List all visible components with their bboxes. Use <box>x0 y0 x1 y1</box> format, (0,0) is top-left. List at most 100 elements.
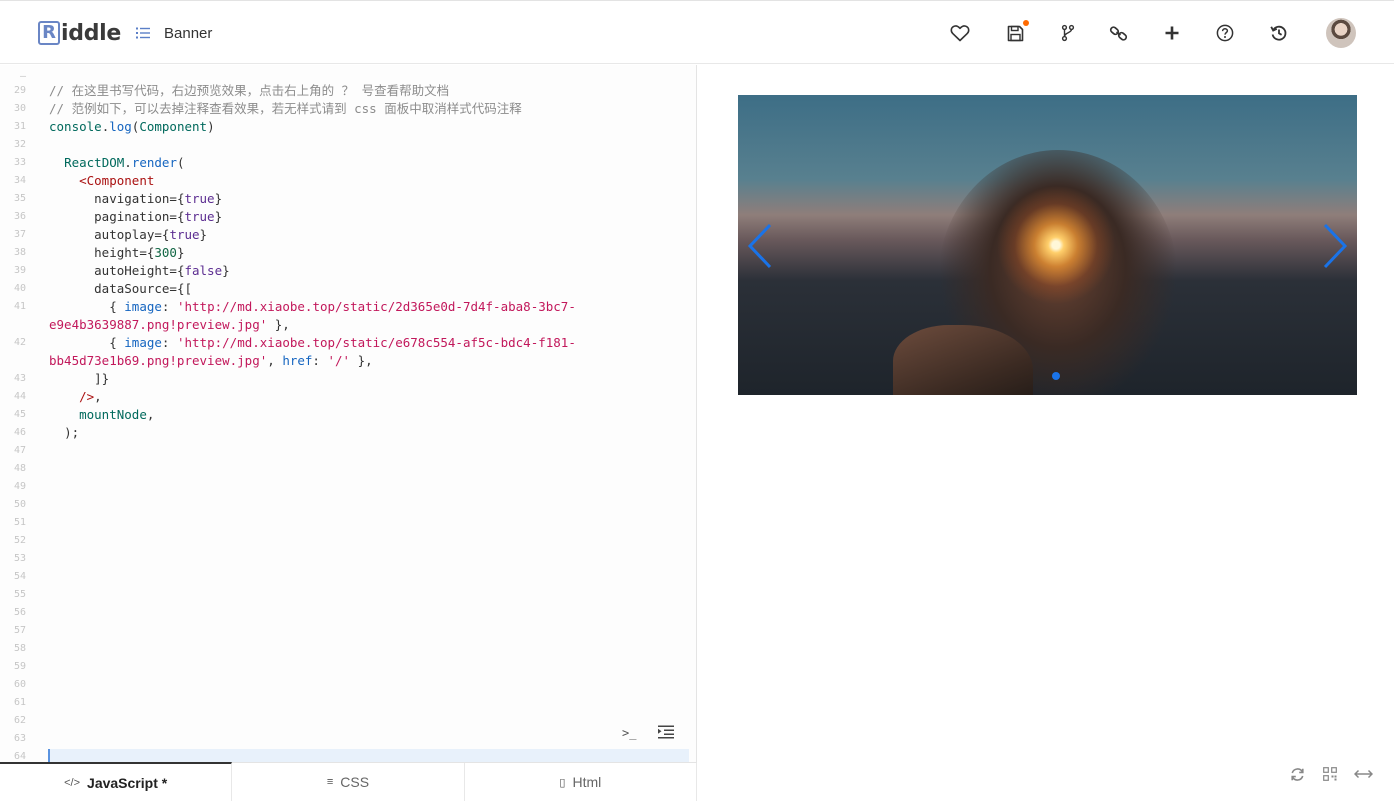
code-line[interactable]: { image: 'http://md.xiaobe.top/static/2d… <box>49 298 576 316</box>
line-number: 33 <box>13 157 26 168</box>
user-avatar[interactable] <box>1326 18 1356 48</box>
code-token: { <box>109 299 125 314</box>
banner-carousel[interactable] <box>738 95 1357 395</box>
code-token: ( <box>176 155 185 170</box>
code-line[interactable]: // 在这里书写代码，右边预览效果，点击右上角的 ？ 号查看帮助文档 <box>49 82 449 100</box>
history-icon[interactable] <box>1268 22 1290 44</box>
riddle-logo[interactable]: R iddle <box>38 19 121 47</box>
code-editor[interactable]: — 29 30 31 32 33 34 35 36 37 38 39 40 41 42 43 44 45 46 47 4… <box>0 65 697 762</box>
terminal-icon[interactable]: >_ <box>622 726 636 740</box>
code-token: Component <box>139 119 208 134</box>
code-token: : <box>161 335 177 350</box>
code-token: href <box>282 353 313 368</box>
code-line[interactable]: autoHeight={false} <box>49 262 230 280</box>
code-line[interactable]: autoplay={true} <box>49 226 207 244</box>
code-token: ) <box>207 119 215 134</box>
pagination-dot-active[interactable] <box>1052 372 1060 380</box>
code-line[interactable]: // 范例如下，可以去掉注释查看效果，若无样式请到 css 面板中取消样式代码注… <box>49 100 522 118</box>
line-number: 53 <box>13 553 26 564</box>
line-number: 43 <box>13 373 26 384</box>
code-token: : <box>161 299 177 314</box>
code-token: '/' <box>327 353 351 368</box>
line-number: 44 <box>13 391 26 402</box>
tab-css[interactable]: ≡ CSS <box>232 763 465 801</box>
code-line[interactable]: pagination={true} <box>49 208 222 226</box>
code-token: 'http://md.xiaobe.top/static/2d365e0d-7d… <box>176 299 576 314</box>
save-icon[interactable] <box>1004 20 1029 44</box>
code-token: true <box>169 227 200 242</box>
editor-tabs: </> JavaScript * ≡ CSS ▯ Html <box>0 762 697 801</box>
line-number: 38 <box>13 247 26 258</box>
line-number: 62 <box>13 715 26 726</box>
line-number: 30 <box>13 103 26 114</box>
code-token: e9e4b3639887.png!preview.jpg' <box>49 317 268 332</box>
line-number: 59 <box>13 661 26 672</box>
fork-icon[interactable] <box>1057 22 1079 44</box>
code-line[interactable]: />, <box>49 388 102 406</box>
code-token: , <box>146 407 155 422</box>
qrcode-icon[interactable] <box>1321 765 1339 783</box>
line-number: 60 <box>13 679 26 690</box>
line-number: 50 <box>13 499 26 510</box>
code-line[interactable]: mountNode, <box>49 406 154 424</box>
code-token: ={ <box>154 227 170 242</box>
line-number: 34 <box>13 175 26 186</box>
code-line[interactable]: e9e4b3639887.png!preview.jpg' }, <box>49 316 290 334</box>
code-line[interactable]: height={300} <box>49 244 184 262</box>
prev-arrow-icon[interactable] <box>746 223 774 269</box>
code-token: false <box>184 263 223 278</box>
tab-html[interactable]: ▯ Html <box>465 763 697 801</box>
code-line[interactable]: navigation={true} <box>49 190 222 208</box>
code-token: } <box>176 245 185 260</box>
active-line[interactable] <box>48 749 689 762</box>
code-line[interactable]: bb45d73e1b69.png!preview.jpg', href: '/'… <box>49 352 373 370</box>
code-line[interactable]: console.log(Component) <box>49 118 215 136</box>
code-token: // 在这里书写代码，右边预览效果，点击右上角的 ？ 号查看帮助文档 <box>49 83 450 98</box>
code-token: ={ <box>169 191 185 206</box>
format-indent-icon[interactable] <box>658 725 674 739</box>
code-line[interactable]: dataSource={[ <box>49 280 192 298</box>
slide-sparkler <box>978 185 1128 305</box>
line-number: 35 <box>13 193 26 204</box>
heart-icon[interactable] <box>949 22 971 44</box>
line-number: 39 <box>13 265 26 276</box>
code-token: true <box>184 191 215 206</box>
code-line[interactable]: { image: 'http://md.xiaobe.top/static/e6… <box>49 334 576 352</box>
tab-javascript[interactable]: </> JavaScript * <box>0 762 233 801</box>
line-number: 36 <box>13 211 26 222</box>
line-number: 64 <box>13 751 26 762</box>
code-token: 300 <box>154 245 177 260</box>
line-number: 54 <box>13 571 26 582</box>
unsaved-dot <box>1023 20 1029 26</box>
next-arrow-icon[interactable] <box>1321 223 1349 269</box>
plus-icon[interactable] <box>1161 22 1183 44</box>
expand-icon[interactable] <box>1353 765 1373 783</box>
help-icon[interactable] <box>1214 22 1236 44</box>
code-token: : <box>312 353 328 368</box>
code-token: image <box>124 335 162 350</box>
code-token: }, <box>267 317 290 332</box>
code-token: ={ <box>169 263 185 278</box>
code-line[interactable]: ReactDOM.render( <box>49 154 185 172</box>
list-icon[interactable] <box>136 27 150 39</box>
link-icon[interactable] <box>1107 22 1129 44</box>
line-number: 52 <box>13 535 26 546</box>
line-number: 42 <box>13 337 26 348</box>
line-number: 55 <box>13 589 26 600</box>
refresh-icon[interactable] <box>1288 765 1306 783</box>
code-line[interactable]: ]} <box>49 370 109 388</box>
code-line[interactable]: <Component <box>49 172 154 190</box>
tab-label: CSS <box>340 774 370 790</box>
code-line[interactable]: ); <box>49 424 79 442</box>
line-number: 31 <box>13 121 26 132</box>
